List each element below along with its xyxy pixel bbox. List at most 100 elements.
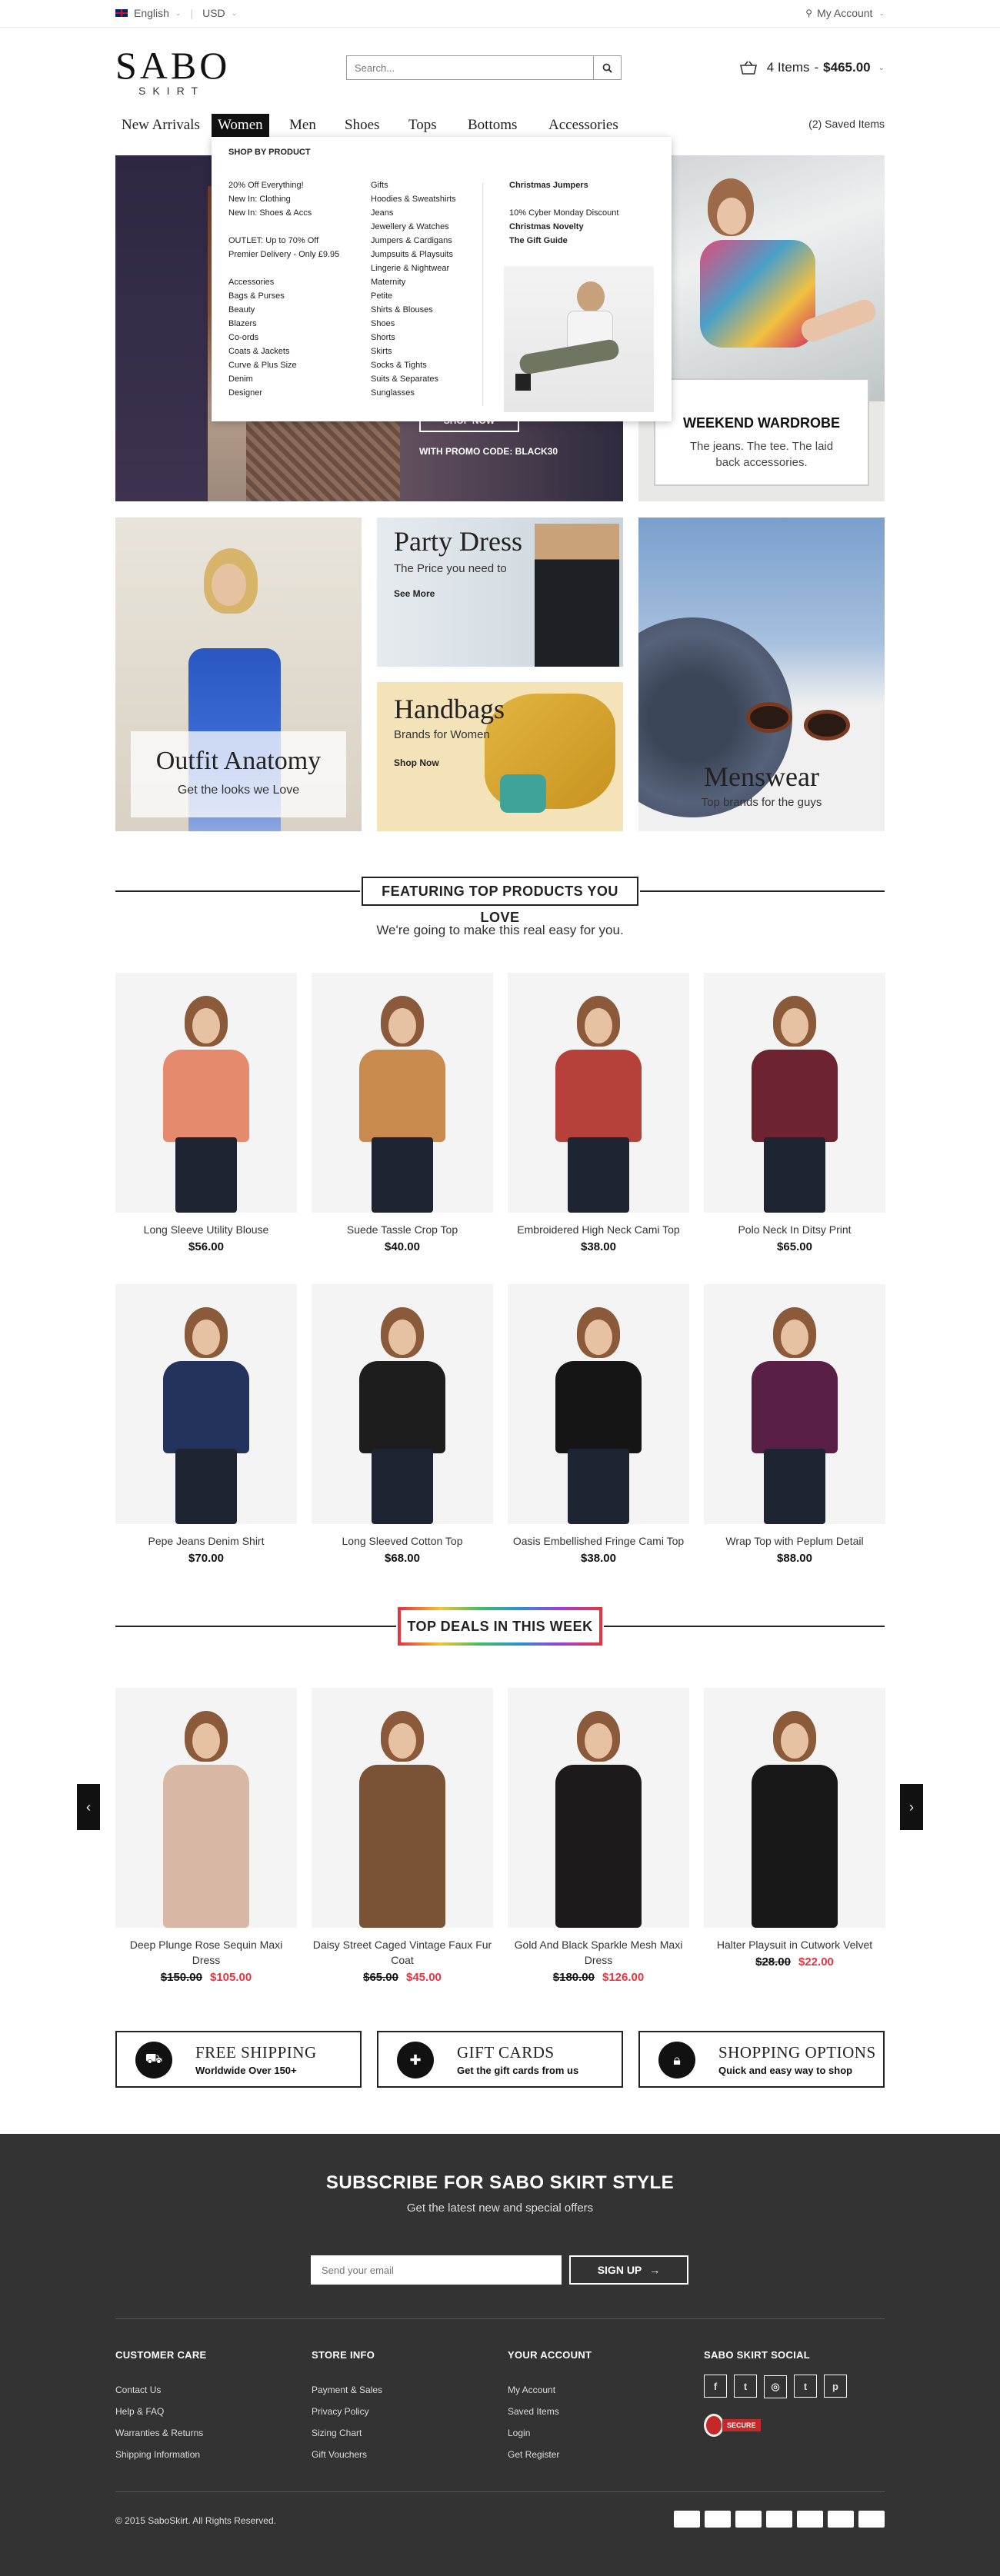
menu-link[interactable]: Lingerie & Nightwear xyxy=(371,261,456,275)
party-dress-banner[interactable]: Party Dress The Price you need to See Mo… xyxy=(377,518,623,667)
product-image[interactable] xyxy=(312,1284,493,1524)
language-select[interactable]: English xyxy=(134,7,169,19)
footer-link[interactable]: Warranties & Returns xyxy=(115,2422,207,2444)
product-image[interactable] xyxy=(508,973,689,1213)
menu-link[interactable]: Denim xyxy=(228,372,339,386)
product-name[interactable]: Pepe Jeans Denim Shirt xyxy=(115,1533,297,1549)
menu-link[interactable]: New In: Shoes & Accs xyxy=(228,206,339,220)
sign-up-button[interactable]: SIGN UP → xyxy=(569,2255,688,2285)
product-image[interactable] xyxy=(312,1688,493,1928)
product-card[interactable]: Long Sleeve Utility Blouse $56.00 xyxy=(115,973,297,1253)
handbags-shop-now-link[interactable]: Shop Now xyxy=(394,757,439,768)
instagram-icon[interactable]: ◎ xyxy=(764,2375,787,2398)
menu-link[interactable]: Beauty xyxy=(228,303,339,317)
menu-link[interactable]: New In: Clothing xyxy=(228,192,339,206)
footer-link[interactable]: Get Register xyxy=(508,2444,592,2465)
footer-link[interactable]: My Account xyxy=(508,2379,592,2401)
nav-women[interactable]: Women xyxy=(212,114,269,137)
nav-men[interactable]: Men xyxy=(283,114,322,137)
twitter-icon[interactable]: t xyxy=(734,2375,757,2398)
menu-link[interactable]: Christmas Novelty xyxy=(509,220,618,234)
menu-link[interactable]: Sunglasses xyxy=(371,386,456,400)
menu-link[interactable]: Jumpers & Cardigans xyxy=(371,234,456,248)
product-card[interactable]: Oasis Embellished Fringe Cami Top $38.00 xyxy=(508,1284,689,1565)
feature-shopping-options[interactable]: 🔒︎ SHOPPING OPTIONS Quick and easy way t… xyxy=(638,2031,885,2088)
nav-new-arrivals[interactable]: New Arrivals xyxy=(115,114,206,137)
product-image[interactable] xyxy=(312,973,493,1213)
product-name[interactable]: Long Sleeved Cotton Top xyxy=(312,1533,493,1549)
menswear-banner[interactable]: Menswear Top brands for the guys xyxy=(638,518,885,831)
subscribe-email-input[interactable] xyxy=(311,2255,562,2285)
product-image[interactable] xyxy=(115,1688,297,1928)
handbags-banner[interactable]: Handbags Brands for Women Shop Now xyxy=(377,682,623,831)
product-name[interactable]: Deep Plunge Rose Sequin Maxi Dress xyxy=(115,1937,297,1968)
product-image[interactable] xyxy=(115,973,297,1213)
product-image[interactable] xyxy=(704,1284,885,1524)
product-name[interactable]: Oasis Embellished Fringe Cami Top xyxy=(508,1533,689,1549)
pinterest-icon[interactable]: p xyxy=(824,2375,847,2398)
nav-bottoms[interactable]: Bottoms xyxy=(462,114,523,137)
footer-link[interactable]: Contact Us xyxy=(115,2379,207,2401)
menu-link[interactable]: Premier Delivery - Only £9.95 xyxy=(228,248,339,261)
product-name[interactable]: Suede Tassle Crop Top xyxy=(312,1222,493,1237)
menu-link[interactable]: OUTLET: Up to 70% Off xyxy=(228,234,339,248)
footer-link[interactable]: Saved Items xyxy=(508,2401,592,2422)
search-input[interactable] xyxy=(347,56,592,79)
feature-free-shipping[interactable]: ⛟ FREE SHIPPING Worldwide Over 150+ xyxy=(115,2031,362,2088)
product-card[interactable]: Deep Plunge Rose Sequin Maxi Dress $150.0… xyxy=(115,1688,297,1984)
product-image[interactable] xyxy=(508,1284,689,1524)
product-name[interactable]: Wrap Top with Peplum Detail xyxy=(704,1533,885,1549)
menu-link[interactable]: Shoes xyxy=(371,317,456,331)
product-name[interactable]: Gold And Black Sparkle Mesh Maxi Dress xyxy=(508,1937,689,1968)
weekend-wardrobe-banner[interactable]: WEEKEND WARDROBE The jeans. The tee. The… xyxy=(638,155,885,501)
menu-link[interactable]: Jumpsuits & Playsuits xyxy=(371,248,456,261)
product-card[interactable]: Gold And Black Sparkle Mesh Maxi Dress $1… xyxy=(508,1688,689,1984)
product-card[interactable]: Suede Tassle Crop Top $40.00 xyxy=(312,973,493,1253)
menu-link[interactable]: Accessories xyxy=(228,275,339,289)
facebook-icon[interactable]: f xyxy=(704,2375,727,2398)
product-name[interactable]: Daisy Street Caged Vintage Faux Fur Coat xyxy=(312,1937,493,1968)
search-button[interactable] xyxy=(593,56,621,79)
menu-link[interactable]: Hoodies & Sweatshirts xyxy=(371,192,456,206)
carousel-next-button[interactable]: › xyxy=(900,1784,923,1830)
menu-link[interactable]: Gifts xyxy=(371,178,456,192)
logo[interactable]: SABO SKIRT xyxy=(115,46,231,97)
outfit-anatomy-banner[interactable]: Outfit Anatomy Get the looks we Love xyxy=(115,518,362,831)
product-card[interactable]: Polo Neck In Ditsy Print $65.00 xyxy=(704,973,885,1253)
footer-link[interactable]: Login xyxy=(508,2422,592,2444)
footer-link[interactable]: Payment & Sales xyxy=(312,2379,382,2401)
saved-items-link[interactable]: (2) Saved Items xyxy=(808,118,885,130)
product-name[interactable]: Long Sleeve Utility Blouse xyxy=(115,1222,297,1237)
menu-link[interactable]: Jewellery & Watches xyxy=(371,220,456,234)
nav-accessories[interactable]: Accessories xyxy=(542,114,625,137)
product-card[interactable]: Pepe Jeans Denim Shirt $70.00 xyxy=(115,1284,297,1565)
menu-link[interactable]: Shirts & Blouses xyxy=(371,303,456,317)
menu-link[interactable]: 10% Cyber Monday Discount xyxy=(509,206,618,220)
party-see-more-link[interactable]: See More xyxy=(394,588,435,599)
footer-link[interactable]: Help & FAQ xyxy=(115,2401,207,2422)
product-card[interactable]: Embroidered High Neck Cami Top $38.00 xyxy=(508,973,689,1253)
carousel-prev-button[interactable]: ‹ xyxy=(77,1784,100,1830)
menu-link[interactable]: Jeans xyxy=(371,206,456,220)
footer-link[interactable]: Privacy Policy xyxy=(312,2401,382,2422)
menu-link[interactable]: Christmas Jumpers xyxy=(509,178,618,192)
menu-link[interactable]: Coats & Jackets xyxy=(228,344,339,358)
menu-link[interactable]: Curve & Plus Size xyxy=(228,358,339,372)
menu-link[interactable]: The Gift Guide xyxy=(509,234,618,248)
mega-menu-promo-image[interactable] xyxy=(504,266,654,412)
product-image[interactable] xyxy=(508,1688,689,1928)
product-name[interactable]: Polo Neck In Ditsy Print xyxy=(704,1222,885,1237)
menu-link[interactable]: Maternity xyxy=(371,275,456,289)
product-name[interactable]: Embroidered High Neck Cami Top xyxy=(508,1222,689,1237)
menu-link[interactable]: Designer xyxy=(228,386,339,400)
product-name[interactable]: Halter Playsuit in Cutwork Velvet xyxy=(704,1937,885,1952)
menu-link[interactable]: Skirts xyxy=(371,344,456,358)
product-card[interactable]: Halter Playsuit in Cutwork Velvet $28.00 $… xyxy=(704,1688,885,1969)
currency-select[interactable]: USD xyxy=(202,7,225,19)
feature-gift-cards[interactable]: ✚ GIFT CARDS Get the gift cards from us xyxy=(377,2031,623,2088)
footer-link[interactable]: Gift Vouchers xyxy=(312,2444,382,2465)
footer-link[interactable]: Shipping Information xyxy=(115,2444,207,2465)
product-card[interactable]: Daisy Street Caged Vintage Faux Fur Coat… xyxy=(312,1688,493,1984)
my-account-link[interactable]: ⚲ My Account ⌄ xyxy=(805,7,885,19)
menu-link[interactable]: Co-ords xyxy=(228,331,339,344)
